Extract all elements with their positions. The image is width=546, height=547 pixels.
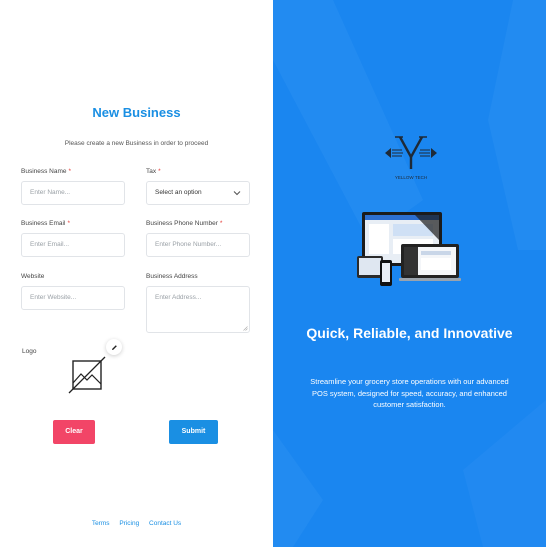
business-email-input[interactable]: Enter Email... xyxy=(21,233,125,257)
footer-links: Terms Pricing Contact Us xyxy=(0,520,273,527)
form-subtitle: Please create a new Business in order to… xyxy=(64,140,209,147)
submit-button[interactable]: Submit xyxy=(169,420,218,444)
promo-title: Quick, Reliable, and Innovative xyxy=(306,325,513,341)
business-address-textarea[interactable]: Enter Address... xyxy=(146,286,250,333)
tax-select[interactable]: Select an option xyxy=(146,181,250,205)
tax-label: Tax * xyxy=(146,168,161,175)
footer-link-terms[interactable]: Terms xyxy=(92,520,110,527)
tax-field: Tax * Select an option xyxy=(146,167,250,205)
business-name-field: Business Name * Enter Name... xyxy=(21,167,125,205)
logo-label: Logo xyxy=(22,348,37,355)
website-input[interactable]: Enter Website... xyxy=(21,286,125,310)
business-email-label: Business Email * xyxy=(21,220,70,227)
business-address-label: Business Address xyxy=(146,273,198,280)
business-name-input[interactable]: Enter Name... xyxy=(21,181,125,205)
form-title: New Business xyxy=(92,105,181,120)
promo-panel: YELLOW TECH Quick, Reliable, and Innovat… xyxy=(273,0,546,547)
pos-devices-illustration xyxy=(357,212,461,286)
brand-logo-text: YELLOW TECH xyxy=(395,175,427,180)
business-form-panel: New Business Please create a new Busines… xyxy=(0,0,273,547)
image-off-icon[interactable] xyxy=(68,356,106,394)
pencil-icon xyxy=(111,344,117,350)
brand-logo: YELLOW TECH xyxy=(385,136,437,180)
chevron-down-icon xyxy=(233,191,241,196)
website-label: Website xyxy=(21,273,45,280)
clear-button[interactable]: Clear xyxy=(53,420,95,444)
tax-select-value: Select an option xyxy=(155,189,202,196)
footer-link-pricing[interactable]: Pricing xyxy=(119,520,139,527)
footer-link-contact[interactable]: Contact Us xyxy=(149,520,181,527)
business-address-field: Business Address Enter Address... xyxy=(146,272,250,333)
business-name-label: Business Name * xyxy=(21,168,72,175)
promo-text: Streamline your grocery store operations… xyxy=(310,377,509,409)
business-phone-field: Business Phone Number * Enter Phone Numbe… xyxy=(146,219,250,257)
website-field: Website Enter Website... xyxy=(21,272,125,310)
business-email-field: Business Email * Enter Email... xyxy=(21,219,125,257)
business-phone-label: Business Phone Number * xyxy=(146,220,223,227)
business-phone-input[interactable]: Enter Phone Number... xyxy=(146,233,250,257)
business-address-placeholder: Enter Address... xyxy=(155,294,202,301)
resize-handle-icon[interactable] xyxy=(243,326,248,331)
edit-logo-button[interactable] xyxy=(106,339,122,355)
